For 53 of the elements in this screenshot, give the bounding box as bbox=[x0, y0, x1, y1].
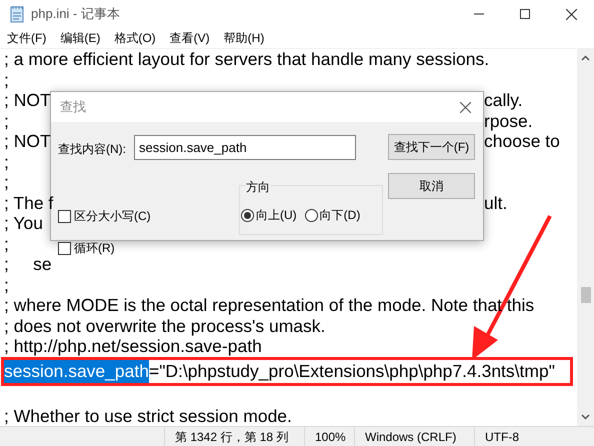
code-line: ; a more efficient layout for servers that handle many sessions. bbox=[4, 49, 490, 69]
find-next-button[interactable]: 查找下一个(F) bbox=[388, 134, 475, 160]
code-line: cally. bbox=[484, 90, 523, 110]
code-line: ult. bbox=[484, 192, 508, 213]
code-line: ; You bbox=[4, 213, 43, 233]
window-title: php.ini - 记事本 bbox=[31, 5, 120, 24]
code-line: ; NOT bbox=[4, 90, 51, 110]
code-line: ; The f bbox=[4, 192, 54, 213]
code-line: ; does not overwrite the process's umask. bbox=[4, 316, 326, 336]
notepad-icon bbox=[9, 5, 25, 23]
search-label: 查找内容(N): bbox=[58, 141, 126, 158]
maximize-icon bbox=[520, 9, 530, 19]
close-icon bbox=[460, 102, 470, 112]
code-line: ; NOT bbox=[4, 131, 51, 152]
status-text: 第 1342 行，第 18 列 bbox=[175, 428, 288, 446]
status-text: UTF-8 bbox=[485, 428, 519, 446]
selected-text: session.save_path bbox=[4, 360, 149, 382]
scroll-down-icon[interactable] bbox=[581, 414, 590, 420]
code-line: ; bbox=[4, 152, 9, 172]
scroll-up-icon[interactable] bbox=[581, 55, 590, 61]
radio-button[interactable] bbox=[304, 208, 318, 222]
code-line: ; bbox=[4, 274, 9, 294]
code-line: ; Whether to use strict session mode. bbox=[4, 406, 292, 426]
checkbox-option[interactable]: 区分大小写(C) bbox=[58, 207, 151, 225]
checkbox[interactable] bbox=[58, 242, 71, 254]
radio-button[interactable] bbox=[241, 208, 254, 222]
menu-item[interactable]: 查看(V) bbox=[170, 29, 210, 47]
radio-option[interactable]: 向下(D) bbox=[304, 206, 360, 224]
scrollbar[interactable] bbox=[577, 49, 594, 426]
code-line: choose to bbox=[484, 131, 560, 152]
code-line: ; bbox=[4, 172, 9, 192]
search-field[interactable]: session.save_path bbox=[134, 135, 356, 160]
status-text: Windows (CRLF) bbox=[365, 428, 456, 446]
code-line: ; bbox=[4, 70, 9, 90]
code-line: ; bbox=[4, 234, 9, 254]
code-line: ="D:\phpstudy_pro\Extensions\php\php7.4.3nts\tmp" bbox=[148, 360, 555, 382]
close-icon bbox=[566, 8, 576, 20]
checkbox[interactable] bbox=[58, 210, 71, 222]
radio-option[interactable]: 向上(U) bbox=[241, 206, 297, 224]
menu-item[interactable]: 编辑(E) bbox=[60, 29, 100, 47]
code-line: ; bbox=[4, 110, 9, 131]
menu-item[interactable]: 帮助(H) bbox=[224, 29, 264, 47]
status-text: 100% bbox=[315, 428, 346, 446]
code-line: ; where MODE is the octal representation of the mode. Note that this bbox=[4, 295, 534, 315]
checkbox-option[interactable]: 循环(R) bbox=[58, 239, 151, 257]
dialog-title: 查找 bbox=[60, 98, 86, 116]
code-line: ; http://php.net/session.save-path bbox=[4, 336, 262, 356]
code-line: ; se bbox=[4, 254, 52, 274]
cancel-button[interactable]: 取消 bbox=[388, 173, 475, 199]
code-line: rpose. bbox=[484, 110, 533, 131]
scrollbar-thumb[interactable] bbox=[580, 287, 590, 303]
menu-item[interactable]: 文件(F) bbox=[7, 29, 46, 47]
menu-item[interactable]: 格式(O) bbox=[114, 29, 156, 47]
